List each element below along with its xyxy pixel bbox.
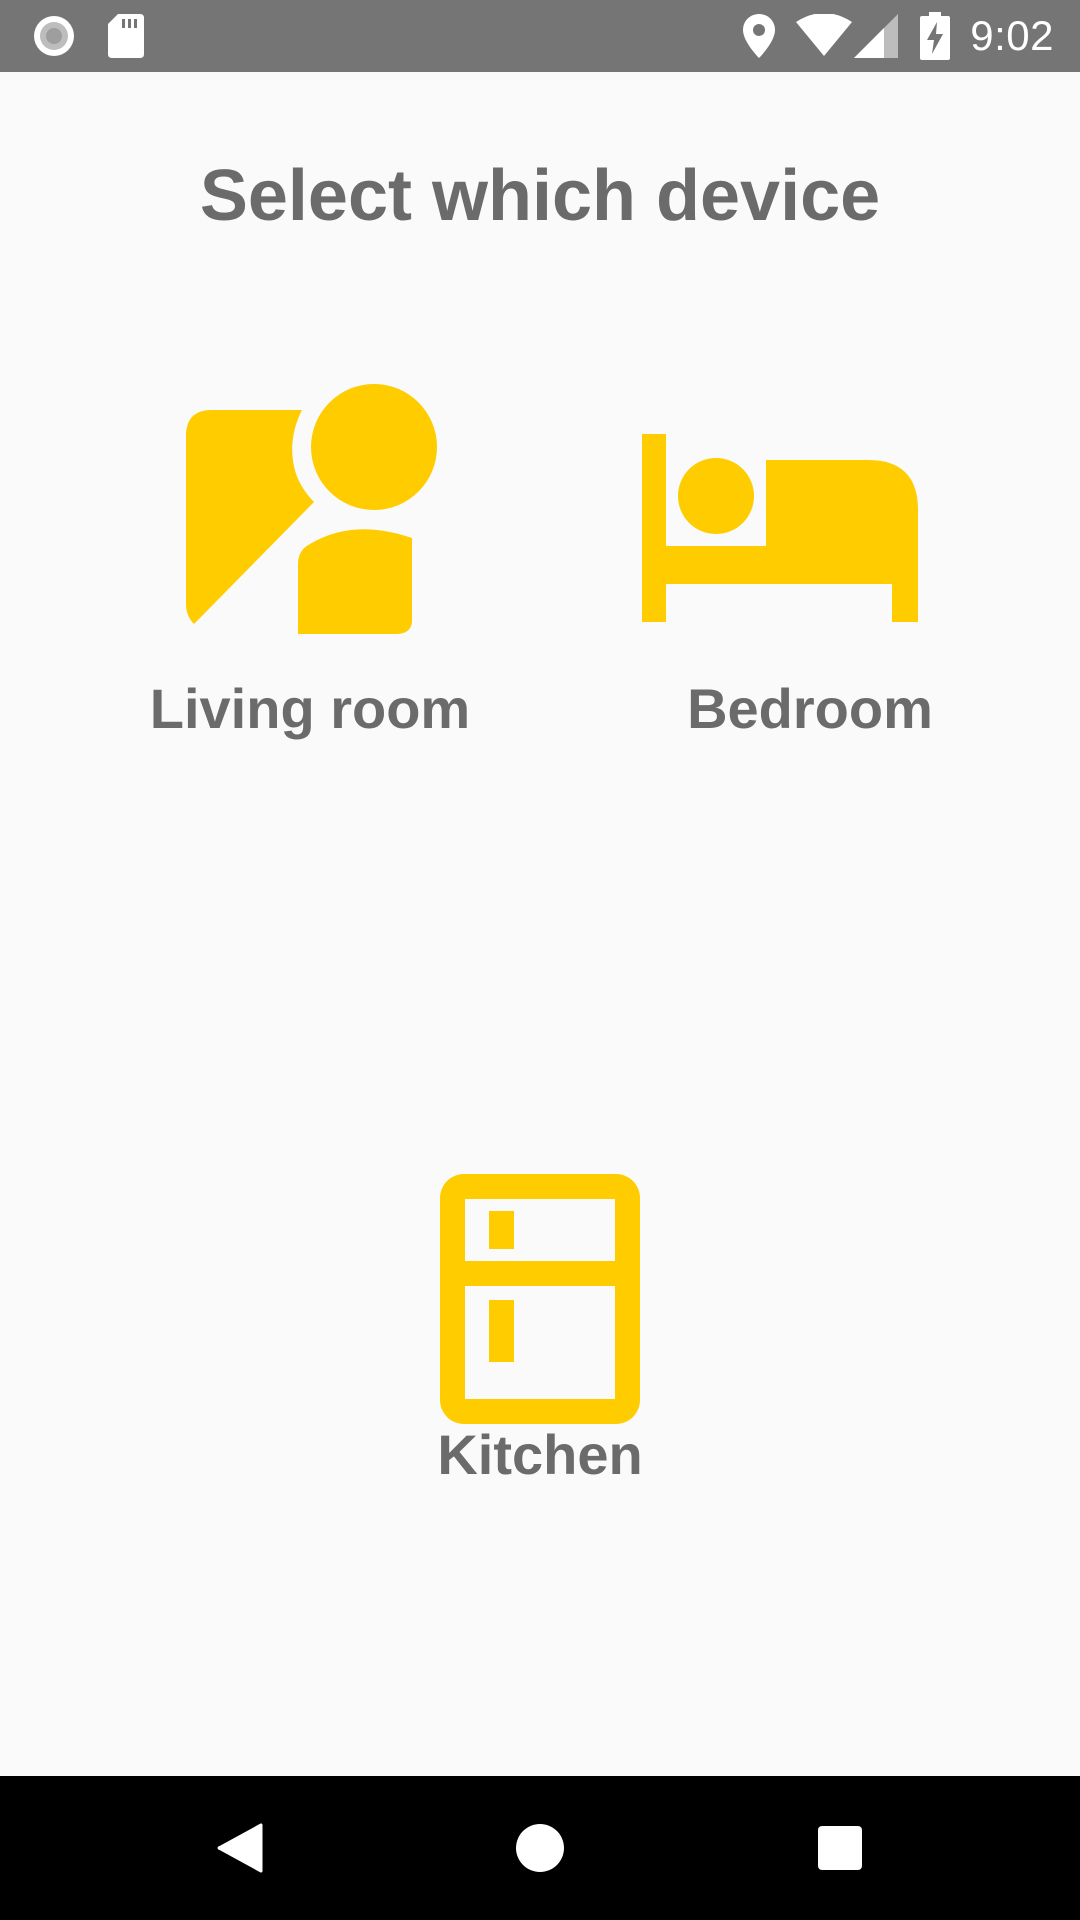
navigation-bar: [0, 1776, 1080, 1920]
living-room-icon: [186, 384, 437, 634]
room-label-bedroom: Bedroom: [687, 677, 933, 740]
bed-icon: [642, 434, 918, 622]
room-option-bedroom[interactable]: Bedroom: [620, 370, 1000, 750]
status-bar: 9:02: [0, 0, 1080, 72]
screen: 9:02 Select which device Living room Bed…: [0, 0, 1080, 1920]
home-button[interactable]: [460, 1776, 620, 1920]
location-icon: [743, 14, 775, 58]
fridge-icon: [440, 1174, 640, 1424]
page-title: Select which device: [199, 156, 881, 236]
home-icon: [516, 1824, 564, 1872]
cell-signal-icon: [854, 14, 898, 58]
recents-button[interactable]: [760, 1776, 920, 1920]
recents-icon: [818, 1826, 862, 1870]
room-option-living-room[interactable]: Living room: [130, 370, 490, 750]
battery-charging-icon: [920, 12, 950, 60]
wifi-icon: [796, 14, 852, 56]
record-icon: [34, 16, 74, 56]
sd-card-icon: [108, 14, 144, 58]
back-icon: [217, 1823, 263, 1873]
back-button[interactable]: [160, 1776, 320, 1920]
room-option-kitchen[interactable]: Kitchen: [390, 1170, 690, 1500]
room-label-kitchen: Kitchen: [437, 1423, 643, 1486]
room-label-living-room: Living room: [149, 677, 471, 740]
status-clock: 9:02: [970, 12, 1054, 59]
